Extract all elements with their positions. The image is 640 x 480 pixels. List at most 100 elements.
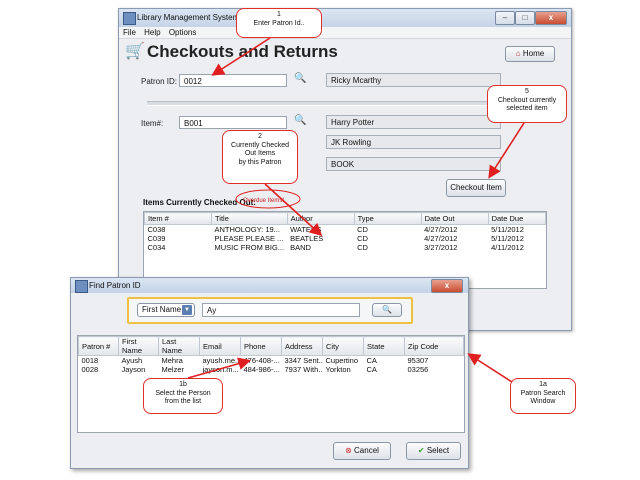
minimize-button[interactable]: – [495,11,515,25]
col-author[interactable]: Author [286,212,355,225]
cell: 4/11/2012 [491,243,524,252]
cell: C039 [147,234,166,243]
callout-number: 2 [258,133,262,140]
cell: Cupertino [325,356,359,365]
dialog-title: Find Patron ID [89,281,141,290]
cell: Mehra [161,356,183,365]
cell: 0028 [81,365,99,374]
cell: 7937 With... [284,365,323,374]
callout-text: from the list [164,398,202,405]
cell: CD [357,234,368,243]
col-zip[interactable]: Zip Code [404,336,464,356]
col-phone[interactable]: Phone [240,336,282,356]
close-button[interactable]: x [535,11,567,25]
col-email[interactable]: Email [199,336,241,356]
patron-id-input[interactable]: 0012 [179,74,287,87]
cell: MUSIC FROM BIG... [214,243,285,252]
callout-text: Out Items [244,150,276,157]
callout-text: selected item [506,105,548,112]
item-author-field: JK Rowling [326,135,501,149]
cell: Ayush [121,356,143,365]
cell: WATERS [290,225,322,234]
cell: 3347 Sent... [284,356,323,365]
cancel-icon: ⊗ [345,446,352,455]
cell: 95307 [407,356,429,365]
cell: BAND [290,243,311,252]
callout-text: Patron Search [520,389,566,397]
table-header-row: Patron # First Name Last Name Email Phon… [78,336,464,356]
cell: C034 [147,243,166,252]
items-heading: Items Currently Checked Out: [143,198,256,207]
cell: jayson.m... [202,365,239,374]
callout-text: by this Patron [238,158,282,166]
col-item[interactable]: Item # [144,212,212,225]
find-patron-dialog: Find Patron ID x First Name ▼ Ay 🔍 Patro… [70,277,469,469]
home-label: Home [522,49,545,58]
cell: 4/27/2012 [424,225,458,234]
col-date-due[interactable]: Date Due [487,212,547,225]
item-label: Item#: [141,119,164,128]
col-patron-num[interactable]: Patron # [78,336,119,356]
patron-search-icon[interactable]: 🔍 [294,73,306,84]
callout-text: Enter Patron Id.. [253,19,305,27]
callout-2: 2 Currently Checked Out Items by this Pa… [222,130,298,184]
home-icon: ⌂ [515,49,521,58]
main-titlebar: Library Management System – □ x [119,9,571,27]
cell: 03256 [407,365,429,374]
table-row[interactable]: C039 PLEASE PLEASE ... BEATLES CD 4/27/2… [145,234,546,243]
callout-text: Checkout currently [497,96,557,104]
menu-bar: File Help Options [119,27,571,39]
search-input[interactable]: Ay [202,303,360,317]
callout-5: 5 Checkout currently selected item [487,85,567,123]
menu-file[interactable]: File [123,28,136,37]
table-row[interactable]: 0018 Ayush Mehra ayush.me... 476-408-...… [79,356,464,365]
search-button[interactable]: 🔍 [372,303,402,317]
cell: 4/27/2012 [424,234,458,243]
cell: C038 [147,225,166,234]
cell: 5/11/2012 [491,234,524,243]
cell: CA [366,356,377,365]
overdue-items-label: Overdue Items! [243,198,285,204]
item-type-field: BOOK [326,157,501,171]
cell: CA [366,365,377,374]
cell: 484-986-... [243,365,280,374]
table-row[interactable]: C034 MUSIC FROM BIG... BAND CD 3/27/2012… [145,243,546,252]
col-type[interactable]: Type [353,212,422,225]
callout-text: Currently Checked [231,141,289,149]
item-search-icon[interactable]: 🔍 [294,115,306,126]
callout-1b: 1b Select the Person from the list [143,378,223,414]
col-first-name[interactable]: First Name [118,336,159,356]
cancel-button[interactable]: ⊗ Cancel [333,442,391,460]
table-row[interactable]: C038 ANTHOLOGY: 19... WATERS CD 4/27/201… [145,225,546,234]
cell: CD [357,243,368,252]
callout-1: 1 Enter Patron Id.. [236,8,322,38]
select-button[interactable]: ✔ Select [406,442,461,460]
table-header-row: Item # Title Author Type Date Out Date D… [144,212,547,225]
home-button[interactable]: ⌂ Home [505,46,555,62]
search-by-select[interactable]: First Name ▼ [137,303,195,317]
cell: Melzer [161,365,185,374]
divider [147,101,499,106]
dialog-close-button[interactable]: x [431,279,463,293]
item-input[interactable]: B001 [179,116,287,129]
cell: BEATLES [290,234,324,243]
col-city[interactable]: City [322,336,364,356]
menu-options[interactable]: Options [169,28,197,37]
cell: 0018 [81,356,99,365]
checkout-item-button[interactable]: Checkout Item [446,179,506,197]
cart-icon: 🛒 [125,43,145,60]
cell: Jayson [121,365,146,374]
cell: ANTHOLOGY: 19... [214,225,280,234]
app-icon [123,12,136,25]
patron-name-field: Ricky Mcarthy [326,73,501,87]
search-frame: First Name ▼ Ay 🔍 [127,297,413,324]
col-last-name[interactable]: Last Name [158,336,200,356]
col-date-out[interactable]: Date Out [420,212,489,225]
menu-help[interactable]: Help [144,28,160,37]
col-address[interactable]: Address [281,336,323,356]
table-row[interactable]: 0028 Jayson Melzer jayson.m... 484-986-.… [79,365,464,374]
maximize-button[interactable]: □ [515,11,535,25]
arrow-1a [467,353,513,383]
col-title[interactable]: Title [211,212,288,225]
col-state[interactable]: State [363,336,405,356]
